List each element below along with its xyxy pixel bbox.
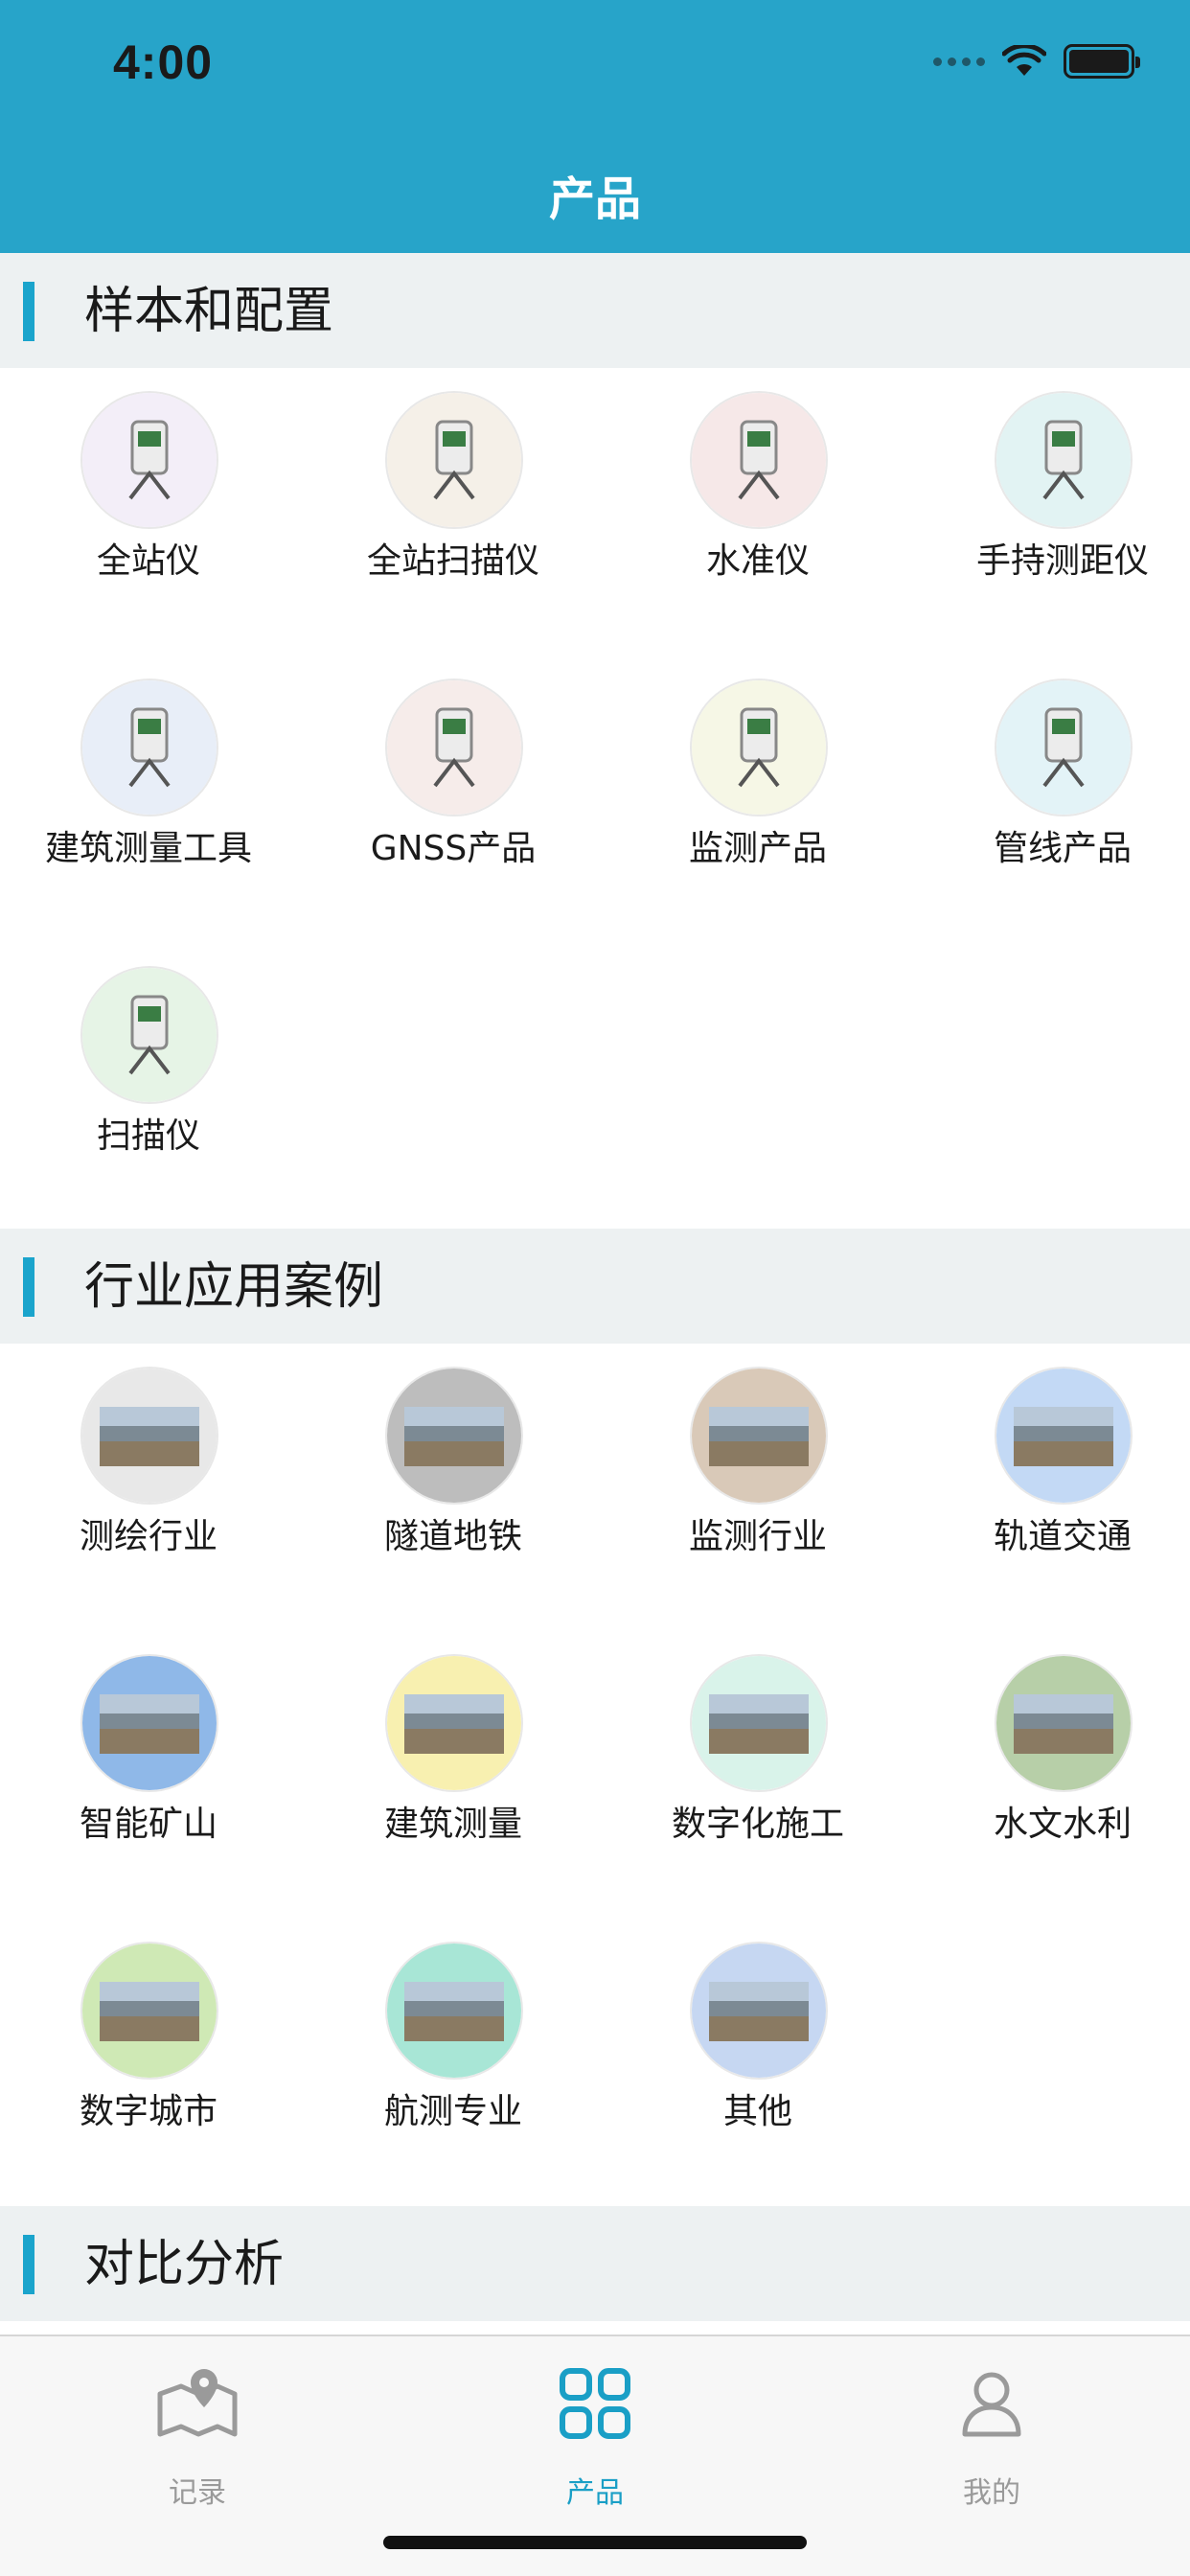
tab-mine[interactable]: 我的 — [896, 2356, 1087, 2510]
section-title: 样本和配置 — [84, 283, 334, 340]
grid-item[interactable]: 管线产品 — [914, 656, 1190, 943]
tab-records[interactable]: 记录 — [102, 2356, 293, 2510]
digital-construction-photo-icon — [690, 1654, 828, 1792]
grid-item[interactable]: 轨道交通 — [914, 1344, 1190, 1631]
grid-item[interactable]: 航测专业 — [305, 1919, 602, 2206]
grid-item[interactable]: 监测行业 — [609, 1344, 906, 1631]
grid-item-label: 水文水利 — [993, 1805, 1132, 1844]
header: 4:00 产品 — [0, 0, 1190, 253]
grid-item[interactable]: 扫描仪 — [0, 943, 297, 1230]
grid-item-label: 轨道交通 — [993, 1517, 1132, 1556]
grid-item[interactable]: 数字城市 — [0, 1919, 297, 2206]
grid-item-label: 测绘行业 — [79, 1517, 217, 1556]
level-instrument-icon — [690, 391, 828, 529]
tab-label: 我的 — [963, 2476, 1020, 2510]
battery-icon — [1064, 44, 1140, 79]
grid-item-label: 全站扫描仪 — [366, 541, 539, 581]
grid-item-label: 手持测距仪 — [975, 541, 1149, 581]
digital-city-photo-icon — [80, 1942, 218, 2080]
total-station-icon — [80, 391, 218, 529]
wifi-icon — [1002, 45, 1046, 76]
grid-item[interactable]: 其他 — [609, 1919, 906, 2206]
grid-item[interactable]: 测绘行业 — [0, 1344, 297, 1631]
section-title: 对比分析 — [84, 2236, 285, 2293]
scanning-total-station-icon — [385, 391, 523, 529]
grid-item[interactable]: 手持测距仪 — [914, 368, 1190, 656]
pipeline-locator-icon — [995, 678, 1133, 816]
grid-item-label: 数字城市 — [79, 2092, 217, 2131]
grid-item[interactable]: 全站仪 — [0, 368, 297, 656]
grid-item[interactable]: 数字化施工 — [609, 1631, 906, 1919]
tunnel-subway-photo-icon — [385, 1367, 523, 1505]
rail-transit-photo-icon — [995, 1367, 1133, 1505]
grid-item-label: 隧道地铁 — [383, 1517, 522, 1556]
tab-label: 记录 — [169, 2476, 226, 2510]
handheld-rangefinder-icon — [995, 391, 1133, 529]
gnss-icon — [385, 678, 523, 816]
status-icons — [933, 42, 1140, 80]
monitoring-industry-photo-icon — [690, 1367, 828, 1505]
surveying-industry-photo-icon — [80, 1367, 218, 1505]
grid-item[interactable]: 水文水利 — [914, 1631, 1190, 1919]
cellular-signal-icon — [933, 57, 985, 66]
hydrology-photo-icon — [995, 1654, 1133, 1792]
page-title: 产品 — [548, 172, 641, 226]
grid-item-label: 建筑测量工具 — [44, 829, 252, 868]
grid-item-label: 全站仪 — [96, 541, 200, 581]
grid-item-label: 管线产品 — [993, 829, 1132, 868]
others-photo-icon — [690, 1942, 828, 2080]
tab-label: 产品 — [566, 2476, 624, 2510]
grid-item-label: 水准仪 — [705, 541, 810, 581]
grid-item[interactable]: 水准仪 — [609, 368, 906, 656]
map-pin-icon — [157, 2369, 238, 2437]
laser-scanner-icon — [80, 966, 218, 1104]
home-indicator — [383, 2536, 807, 2549]
grid-item-label: GNSS产品 — [370, 829, 537, 868]
building-survey-photo-icon — [385, 1654, 523, 1792]
monitoring-product-icon — [690, 678, 828, 816]
section-header-compare[interactable]: 对比分析 — [0, 2206, 1190, 2321]
section-title: 行业应用案例 — [84, 1258, 384, 1316]
tab-products[interactable]: 产品 — [499, 2356, 691, 2510]
grid-item-label: 监测产品 — [688, 829, 827, 868]
smart-mine-photo-icon — [80, 1654, 218, 1792]
grid-item-label: 其他 — [722, 2092, 792, 2131]
construction-tool-icon — [80, 678, 218, 816]
person-icon — [962, 2372, 1021, 2437]
section-accent-bar — [23, 1257, 34, 1317]
grid-item[interactable]: 智能矿山 — [0, 1631, 297, 1919]
section-header-samples: 样本和配置 — [0, 253, 1190, 368]
grid-item-label: 航测专业 — [383, 2092, 522, 2131]
aerial-survey-photo-icon — [385, 1942, 523, 2080]
grid-item[interactable]: 建筑测量工具 — [0, 656, 297, 943]
grid-item-label: 数字化施工 — [671, 1805, 844, 1844]
status-time: 4:00 — [113, 35, 214, 89]
grid-icon — [560, 2368, 630, 2439]
grid-item-label: 扫描仪 — [96, 1116, 200, 1156]
section-accent-bar — [23, 2235, 34, 2294]
section-accent-bar — [23, 282, 34, 341]
grid-item[interactable]: 隧道地铁 — [305, 1344, 602, 1631]
grid-item-label: 建筑测量 — [383, 1805, 522, 1844]
grid-item-label: 智能矿山 — [79, 1805, 217, 1844]
grid-item[interactable]: GNSS产品 — [305, 656, 602, 943]
grid-item-label: 监测行业 — [688, 1517, 827, 1556]
grid-item[interactable]: 建筑测量 — [305, 1631, 602, 1919]
grid-item[interactable]: 监测产品 — [609, 656, 906, 943]
section-header-cases: 行业应用案例 — [0, 1229, 1190, 1344]
grid-item[interactable]: 全站扫描仪 — [305, 368, 602, 656]
